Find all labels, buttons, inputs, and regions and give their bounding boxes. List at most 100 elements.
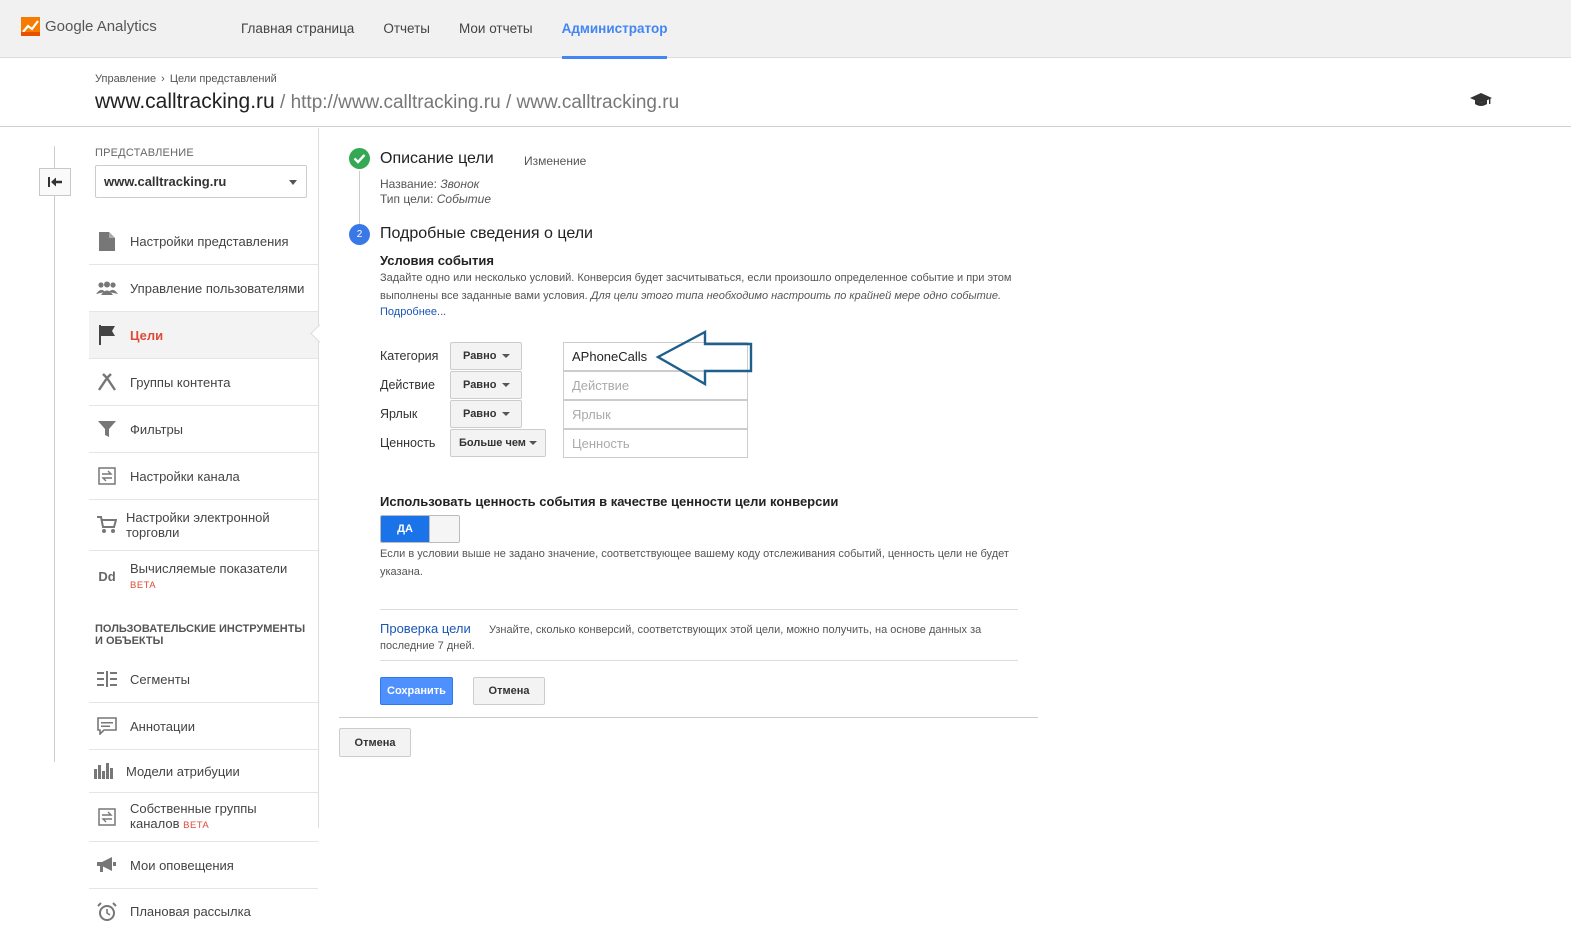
label-input[interactable] xyxy=(563,400,748,429)
page-title-main: www.calltracking.ru xyxy=(95,90,275,113)
step2-title: Подробные сведения о цели xyxy=(380,225,593,242)
category-operator-dropdown[interactable]: Равно xyxy=(450,342,522,370)
cancel-button[interactable]: Отмена xyxy=(473,677,545,705)
sidebar-item-label: Цели xyxy=(130,327,164,343)
view-section-label: ПРЕДСТАВЛЕНИЕ xyxy=(95,147,194,159)
breadcrumb-item-goals[interactable]: Цели представлений xyxy=(170,73,277,85)
sidebar-item-scheduled-emails[interactable]: Плановая рассылка xyxy=(89,889,318,934)
custom-channel-icon xyxy=(96,806,118,828)
condition-value-label: Ценность xyxy=(380,436,436,450)
use-event-value-title: Использовать ценность события в качестве… xyxy=(380,494,839,509)
graduation-cap-icon[interactable] xyxy=(1470,92,1492,108)
sidebar-item-calculated-metrics[interactable]: Dd Вычисляемые показатели BETA xyxy=(89,551,318,602)
sidebar-item-label: Фильтры xyxy=(130,421,184,437)
save-button[interactable]: Сохранить xyxy=(380,677,453,705)
sidebar-item-label: Аннотации xyxy=(130,718,195,734)
back-button[interactable] xyxy=(39,168,71,196)
sidebar-item-label: Настройки канала xyxy=(130,468,240,484)
step-connector xyxy=(359,171,360,225)
action-operator-dropdown[interactable]: Равно xyxy=(450,371,522,399)
edit-goal-description-link[interactable]: Изменение xyxy=(524,154,586,168)
sidebar-item-attribution-models[interactable]: Модели атрибуции xyxy=(89,750,318,793)
chevron-down-icon xyxy=(529,441,537,445)
use-event-value-description: Если в условии выше не задано значение, … xyxy=(380,548,1009,578)
goal-type-value: Событие xyxy=(436,192,491,206)
event-conditions-description: Задайте одно или несколько условий. Конв… xyxy=(380,269,1020,305)
back-arrow-icon xyxy=(48,177,62,187)
operator-value: Больше чем xyxy=(459,437,526,449)
sidebar-item-my-alerts[interactable]: Мои оповещения xyxy=(89,842,318,889)
step1-title: Описание цели xyxy=(380,150,494,167)
beta-badge: BETA xyxy=(130,580,157,591)
sidebar-item-segments[interactable]: Сегменты xyxy=(89,656,318,703)
value-input[interactable] xyxy=(563,429,748,458)
chevron-down-icon xyxy=(502,412,510,416)
toggle-on-label: ДА xyxy=(381,516,429,542)
condition-category-label: Категория xyxy=(380,349,439,363)
sidebar-item-user-management[interactable]: Управление пользователями xyxy=(89,265,318,312)
condition-label-label: Ярлык xyxy=(380,407,418,421)
main-nav: Главная страница Отчеты Мои отчеты Админ… xyxy=(241,0,696,59)
annotation-arrow-icon xyxy=(655,330,753,387)
annotations-icon xyxy=(96,715,118,737)
verify-goal-link[interactable]: Проверка цели xyxy=(380,621,471,636)
verify-goal-description: Узнайте, сколько конверсий, соответствую… xyxy=(380,624,982,652)
divider xyxy=(380,660,1018,661)
cart-icon xyxy=(96,514,118,536)
breadcrumb-separator: › xyxy=(161,73,165,85)
operator-value: Равно xyxy=(463,379,497,391)
condition-action-label: Действие xyxy=(380,378,435,392)
page-header: Управление › Цели представлений www.call… xyxy=(0,59,1571,127)
logo[interactable]: Google Analytics xyxy=(21,17,157,36)
label-operator-dropdown[interactable]: Равно xyxy=(450,400,522,428)
top-bar: Google Analytics Главная страница Отчеты… xyxy=(0,0,1571,59)
sidebar-item-label: Сегменты xyxy=(130,671,191,687)
chevron-down-icon xyxy=(502,354,510,358)
sidebar-item-label: Вычисляемые показатели BETA xyxy=(130,561,287,593)
breadcrumb: Управление › Цели представлений xyxy=(95,73,277,85)
step-complete-badge xyxy=(349,148,370,169)
use-event-value-toggle[interactable]: ДА xyxy=(380,515,460,543)
sidebar-item-label: Модели атрибуции xyxy=(126,763,240,779)
sidebar-rail xyxy=(54,146,55,762)
view-select-value: www.calltracking.ru xyxy=(104,174,227,189)
sidebar-item-label: Группы контента xyxy=(130,374,231,390)
sidebar-item-label: Плановая рассылка xyxy=(130,904,251,919)
view-select[interactable]: www.calltracking.ru xyxy=(95,165,307,198)
chevron-down-icon xyxy=(502,383,510,387)
app-name: Google Analytics xyxy=(45,18,157,35)
sidebar-item-label: Настройки электронной торговли xyxy=(126,510,270,540)
operator-value: Равно xyxy=(463,408,497,420)
sidebar-item-custom-channel-groups[interactable]: Собственные группы каналов BETA xyxy=(89,793,318,842)
nav-home[interactable]: Главная страница xyxy=(241,0,354,58)
beta-badge: BETA xyxy=(183,820,210,831)
operator-value: Равно xyxy=(463,350,497,362)
sidebar-item-label: Настройки представления xyxy=(130,233,289,249)
sidebar-item-goals[interactable]: Цели xyxy=(89,312,318,359)
segments-icon xyxy=(96,668,118,690)
sidebar-item-ecommerce-settings[interactable]: Настройки электронной торговли xyxy=(89,500,318,551)
learn-more-link[interactable]: Подробнее... xyxy=(380,306,446,318)
sidebar-item-view-settings[interactable]: Настройки представления xyxy=(89,218,318,265)
alarm-clock-icon xyxy=(96,901,118,923)
sidebar-item-annotations[interactable]: Аннотации xyxy=(89,703,318,750)
page-title: www.calltracking.ru / http://www.calltra… xyxy=(95,90,679,114)
value-operator-dropdown[interactable]: Больше чем xyxy=(450,429,546,457)
breadcrumb-item-manage[interactable]: Управление xyxy=(95,73,156,85)
chevron-down-icon xyxy=(289,180,297,185)
sidebar-item-label: Мои оповещения xyxy=(130,857,234,873)
nav-admin[interactable]: Администратор xyxy=(561,0,667,59)
sidebar-item-channel-settings[interactable]: Настройки канала xyxy=(89,453,318,500)
nav-my-reports[interactable]: Мои отчеты xyxy=(459,0,533,58)
sidebar-item-label: Управление пользователями xyxy=(130,280,305,296)
check-icon xyxy=(353,154,366,164)
sidebar-item-filters[interactable]: Фильтры xyxy=(89,406,318,453)
calculated-metrics-label: Вычисляемые показатели xyxy=(130,561,288,576)
sidebar-item-content-groups[interactable]: Группы контента xyxy=(89,359,318,406)
cancel-outer-button[interactable]: Отмена xyxy=(339,728,411,757)
sidebar-item-label: Собственные группы каналов BETA xyxy=(130,801,300,833)
google-analytics-logo-icon xyxy=(21,17,40,36)
nav-reports[interactable]: Отчеты xyxy=(383,0,430,58)
users-icon xyxy=(96,277,118,299)
goal-name-line: Название: Звонок xyxy=(380,177,479,191)
